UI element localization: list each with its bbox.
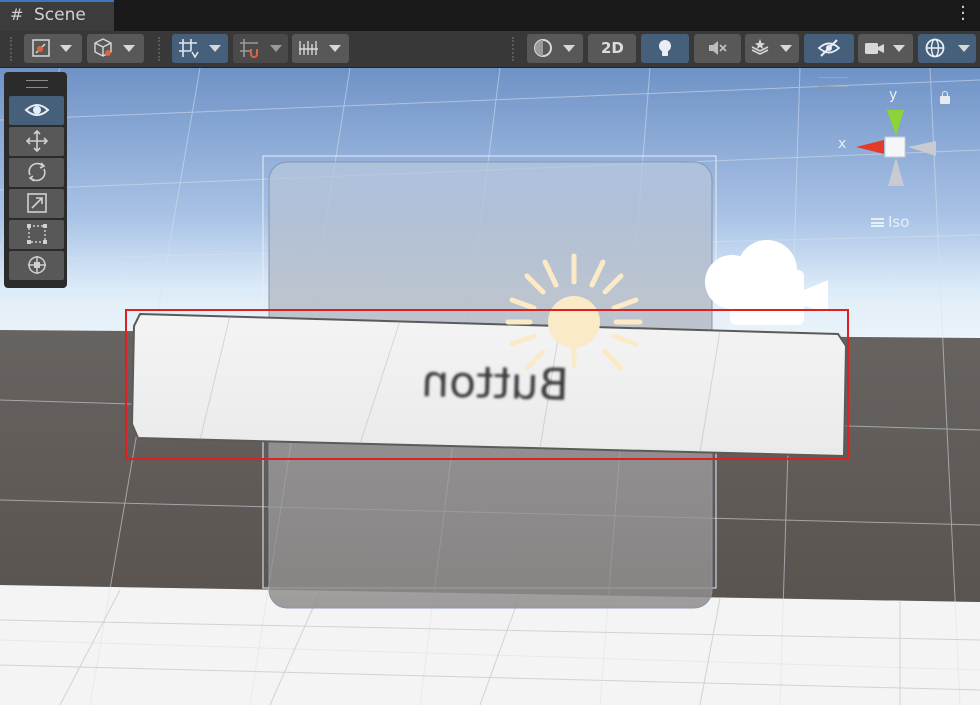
scale-icon	[27, 193, 47, 213]
draw-mode-button[interactable]	[527, 34, 583, 63]
chevron-down-icon	[209, 45, 221, 52]
eye-hidden-icon	[817, 39, 841, 57]
rotate-icon	[28, 162, 46, 182]
chevron-down-icon	[329, 45, 341, 52]
hash-icon: #	[10, 5, 24, 24]
move-tool-button[interactable]	[9, 127, 64, 156]
scene-visibility-button[interactable]	[804, 34, 854, 63]
gizmo-y-label[interactable]: y	[889, 87, 897, 103]
shading-sphere-icon	[534, 39, 552, 57]
toolbar-grip[interactable]	[512, 37, 518, 61]
chevron-down-icon	[60, 45, 72, 52]
chevron-down-icon	[958, 45, 970, 52]
gizmo-x-label[interactable]: x	[838, 136, 846, 152]
transform-all-icon	[28, 256, 46, 274]
tab-scene[interactable]: # Scene	[0, 0, 114, 31]
eye-icon	[24, 104, 50, 116]
global-local-button[interactable]	[87, 34, 144, 63]
projection-label: Iso	[888, 213, 910, 231]
lock-icon[interactable]	[940, 91, 950, 104]
chevron-down-icon	[270, 45, 282, 52]
gizmo-globe-icon	[925, 38, 945, 58]
grid-settings-button[interactable]	[292, 34, 349, 63]
grid-snap-icon	[179, 39, 199, 59]
speaker-muted-icon	[709, 41, 727, 55]
scale-tool-button[interactable]	[9, 189, 64, 218]
ruler-icon	[299, 41, 318, 55]
toolbar-grip[interactable]	[158, 37, 164, 61]
chevron-down-icon	[893, 45, 905, 52]
move-arrows-icon	[25, 130, 49, 152]
view-tool-button[interactable]	[9, 96, 64, 125]
more-options-icon[interactable]: · · ·	[960, 0, 966, 29]
mode-2d-label: 2D	[601, 39, 624, 57]
menu-icon	[871, 218, 884, 227]
effects-button[interactable]	[745, 34, 799, 63]
chevron-down-icon	[563, 45, 575, 52]
audio-toggle-button[interactable]	[694, 34, 741, 63]
toolbar-grip[interactable]	[10, 37, 16, 61]
lighting-toggle-button[interactable]	[641, 34, 689, 63]
snap-magnet-icon	[240, 39, 258, 58]
projection-toggle[interactable]: Iso	[871, 213, 909, 231]
chevron-down-icon	[780, 45, 792, 52]
cube-icon	[94, 38, 112, 57]
tab-label: Scene	[34, 5, 86, 25]
rect-tool-button[interactable]	[9, 220, 64, 249]
rect-transform-icon	[27, 224, 47, 244]
tab-bar: # Scene · · ·	[0, 0, 980, 31]
increment-snap-button[interactable]	[233, 34, 288, 63]
mode-2d-button[interactable]: 2D	[588, 34, 636, 63]
layers-star-icon	[751, 39, 769, 55]
tool-handle-position-button[interactable]	[24, 34, 82, 63]
selection-highlight	[125, 309, 849, 460]
camera-settings-button[interactable]	[858, 34, 913, 63]
grid-visibility-button[interactable]	[172, 34, 228, 63]
transform-tool-button[interactable]	[9, 251, 64, 280]
gizmos-button[interactable]	[918, 34, 976, 63]
lightbulb-icon	[659, 40, 671, 56]
gizmo-drag-handle[interactable]	[818, 77, 848, 87]
pivot-icon	[32, 39, 50, 57]
overlay-drag-handle[interactable]	[26, 80, 48, 88]
tools-overlay	[4, 72, 67, 288]
chevron-down-icon	[123, 45, 135, 52]
rotate-tool-button[interactable]	[9, 158, 64, 187]
scene-toolbar: 2D	[0, 31, 980, 68]
camera-icon	[865, 43, 884, 54]
